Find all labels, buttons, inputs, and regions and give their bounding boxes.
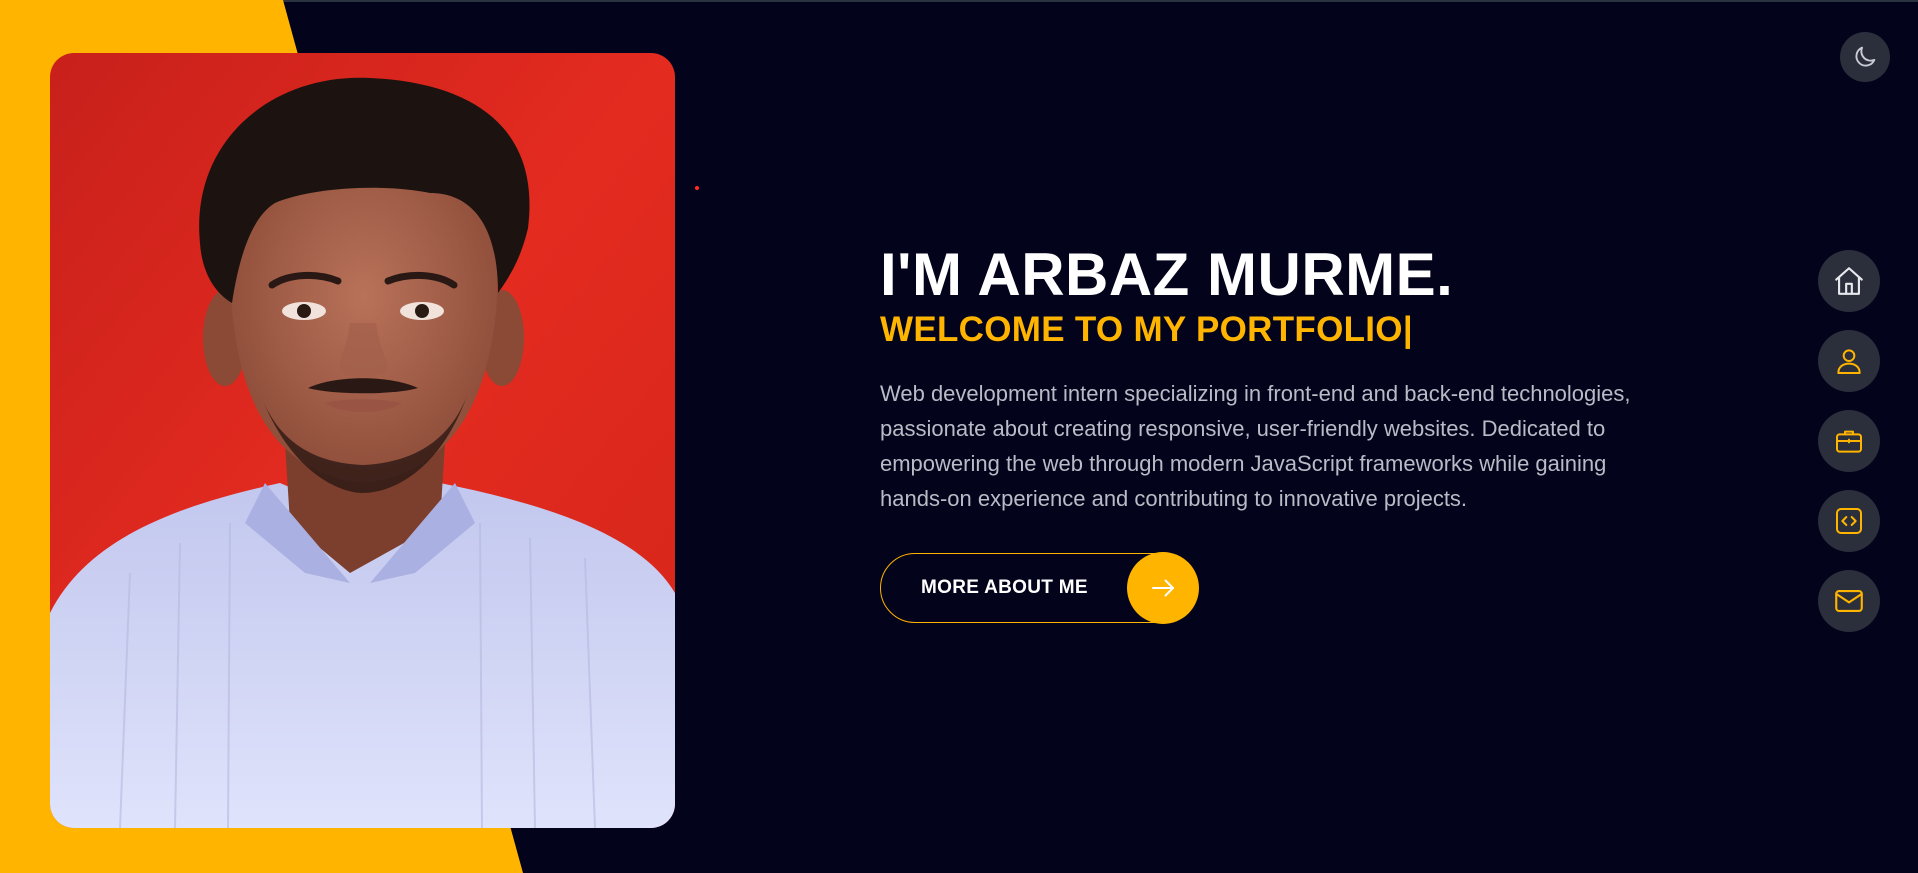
- profile-photo: [50, 53, 675, 828]
- user-icon: [1837, 349, 1861, 374]
- side-navigation: [1818, 250, 1880, 632]
- nav-item-portfolio[interactable]: [1818, 410, 1880, 472]
- theme-toggle-button[interactable]: [1840, 32, 1890, 82]
- moon-icon: [1855, 46, 1876, 67]
- arrow-right-icon: [1152, 579, 1174, 597]
- mail-icon: [1835, 590, 1863, 612]
- hero-section: I'M ARBAZ MURME. WELCOME TO MY PORTFOLIO…: [880, 240, 1680, 516]
- nav-item-about[interactable]: [1818, 330, 1880, 392]
- nav-item-projects[interactable]: [1818, 490, 1880, 552]
- hero-title: I'M ARBAZ MURME.: [880, 241, 1454, 308]
- decorative-dot: [695, 186, 699, 190]
- hero-description: Web development intern specializing in f…: [880, 381, 1631, 511]
- briefcase-icon: [1836, 430, 1862, 453]
- code-icon: [1836, 508, 1862, 534]
- cta-arrow-circle: [1127, 552, 1199, 624]
- cta-label: MORE ABOUT ME: [921, 577, 1088, 598]
- more-about-me-button[interactable]: MORE ABOUT ME: [880, 552, 1199, 624]
- nav-item-home[interactable]: [1818, 250, 1880, 312]
- home-icon: [1835, 267, 1863, 295]
- hero-subtitle: WELCOME TO MY PORTFOLIO|: [880, 310, 1413, 349]
- top-border: [0, 0, 1918, 2]
- nav-item-contact[interactable]: [1818, 570, 1880, 632]
